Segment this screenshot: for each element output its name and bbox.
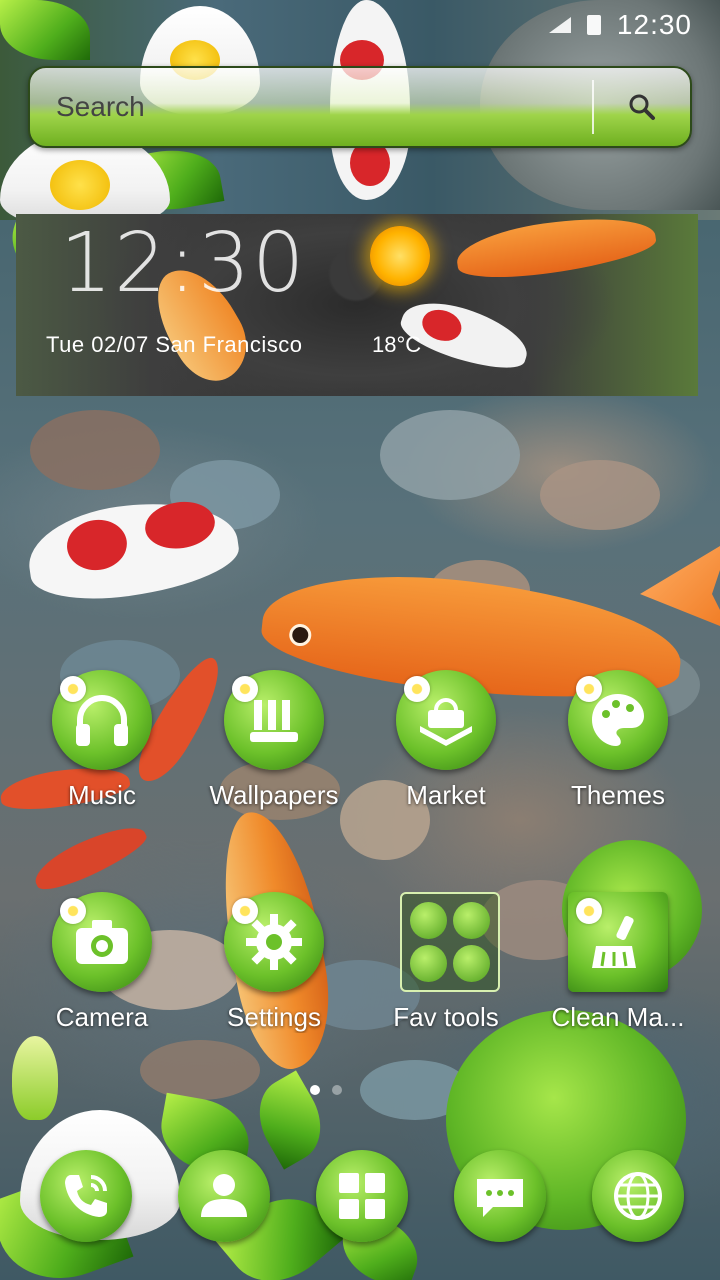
themes-app-icon: [568, 670, 668, 770]
folder-preview-icon: [410, 945, 447, 982]
app-label: Themes: [571, 780, 665, 810]
phone-icon: [65, 1175, 107, 1217]
app-market[interactable]: Market: [366, 670, 526, 830]
folder-icon: [400, 892, 500, 992]
app-wallpapers[interactable]: Wallpapers: [194, 670, 354, 830]
search-button[interactable]: [594, 68, 690, 146]
lotus-flower-icon: [232, 898, 258, 924]
folder-preview-icon: [453, 945, 490, 982]
widget-date-location: Tue 02/07 San Francisco: [46, 332, 303, 357]
dock-messages[interactable]: [454, 1150, 546, 1242]
app-settings[interactable]: Settings: [194, 892, 354, 1052]
page-dot[interactable]: [332, 1085, 342, 1095]
app-themes[interactable]: Themes: [538, 670, 698, 830]
contacts-icon: [201, 1174, 247, 1217]
lotus-flower-icon: [576, 898, 602, 924]
clean-master-app-icon: [568, 892, 668, 992]
lotus-flower-icon: [60, 898, 86, 924]
lotus-flower-icon: [404, 676, 430, 702]
page-indicator[interactable]: [310, 1085, 342, 1095]
app-drawer-icon: [339, 1173, 385, 1219]
folder-preview-icon: [453, 902, 490, 939]
wallpaper: [0, 0, 720, 1280]
page-dot-active[interactable]: [310, 1085, 320, 1095]
app-label: Camera: [55, 1002, 149, 1032]
app-label: Settings: [227, 1002, 321, 1032]
app-label: Market: [406, 780, 486, 810]
browser-globe-icon: [614, 1172, 662, 1220]
dock-app-drawer[interactable]: [316, 1150, 408, 1242]
app-label: Wallpapers: [209, 780, 339, 810]
wallpapers-app-icon: [224, 670, 324, 770]
folder-preview-icon: [410, 902, 447, 939]
status-bar: 12:30: [0, 0, 720, 50]
search-input[interactable]: Search: [30, 91, 592, 123]
camera-app-icon: [52, 892, 152, 992]
dock-contacts[interactable]: [178, 1150, 270, 1242]
app-label: Fav tools: [393, 1002, 499, 1032]
app-fav-tools-folder[interactable]: Fav tools: [366, 892, 526, 1052]
market-app-icon: [396, 670, 496, 770]
widget-clock[interactable]: 12:30: [60, 216, 306, 311]
lotus-flower-icon: [232, 676, 258, 702]
app-camera[interactable]: Camera: [22, 892, 182, 1052]
widget-temperature: 18°C: [372, 332, 422, 357]
app-label: Clean Ma...: [551, 1002, 685, 1032]
weather-widget[interactable]: 12:30 Tue 02/07 San Francisco 18°C: [16, 214, 698, 396]
search-icon: [629, 94, 655, 120]
dock-browser[interactable]: [592, 1150, 684, 1242]
search-bar[interactable]: Search: [28, 66, 692, 148]
app-label: Music: [68, 780, 136, 810]
app-music[interactable]: Music: [22, 670, 182, 830]
signal-icon: [543, 15, 571, 35]
music-app-icon: [52, 670, 152, 770]
messages-icon: [477, 1179, 523, 1217]
lotus-flower-icon: [576, 676, 602, 702]
settings-app-icon: [224, 892, 324, 992]
dock-phone[interactable]: [40, 1150, 132, 1242]
battery-icon: [586, 15, 601, 35]
app-clean-master[interactable]: Clean Ma...: [538, 892, 698, 1052]
sun-icon: [370, 226, 430, 286]
status-time: 12:30: [616, 9, 692, 40]
lotus-flower-icon: [60, 676, 86, 702]
